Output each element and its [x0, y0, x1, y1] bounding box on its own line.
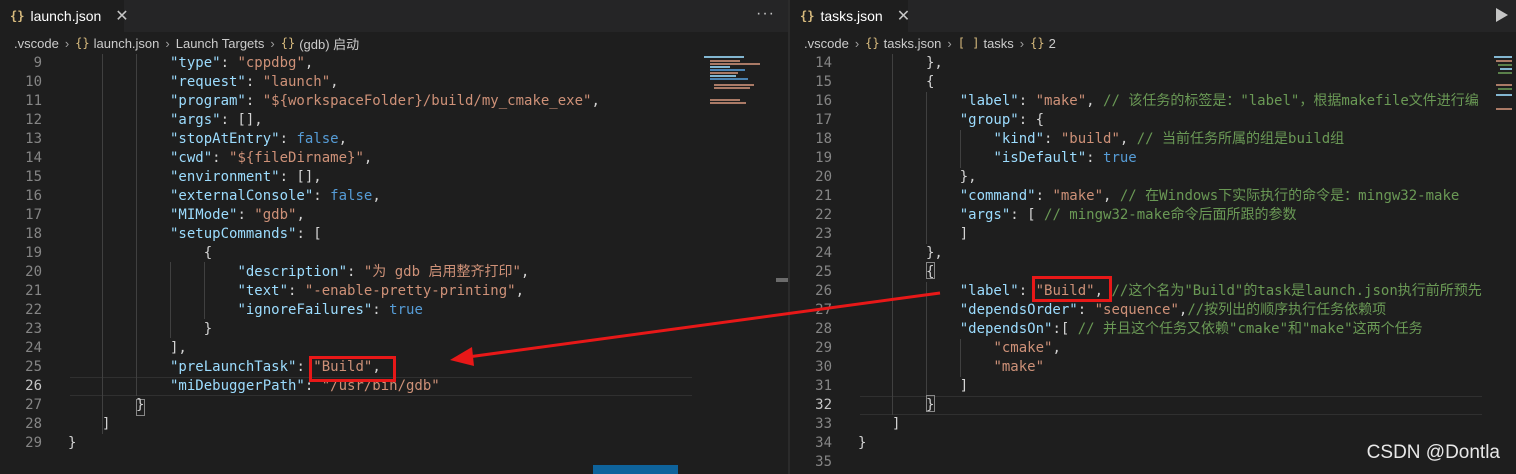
annotation-arrow-line: [467, 291, 941, 359]
watermark: CSDN @Dontla: [1366, 442, 1500, 463]
annotation-arrow: [450, 291, 941, 366]
annotation-arrow-head: [450, 347, 474, 366]
